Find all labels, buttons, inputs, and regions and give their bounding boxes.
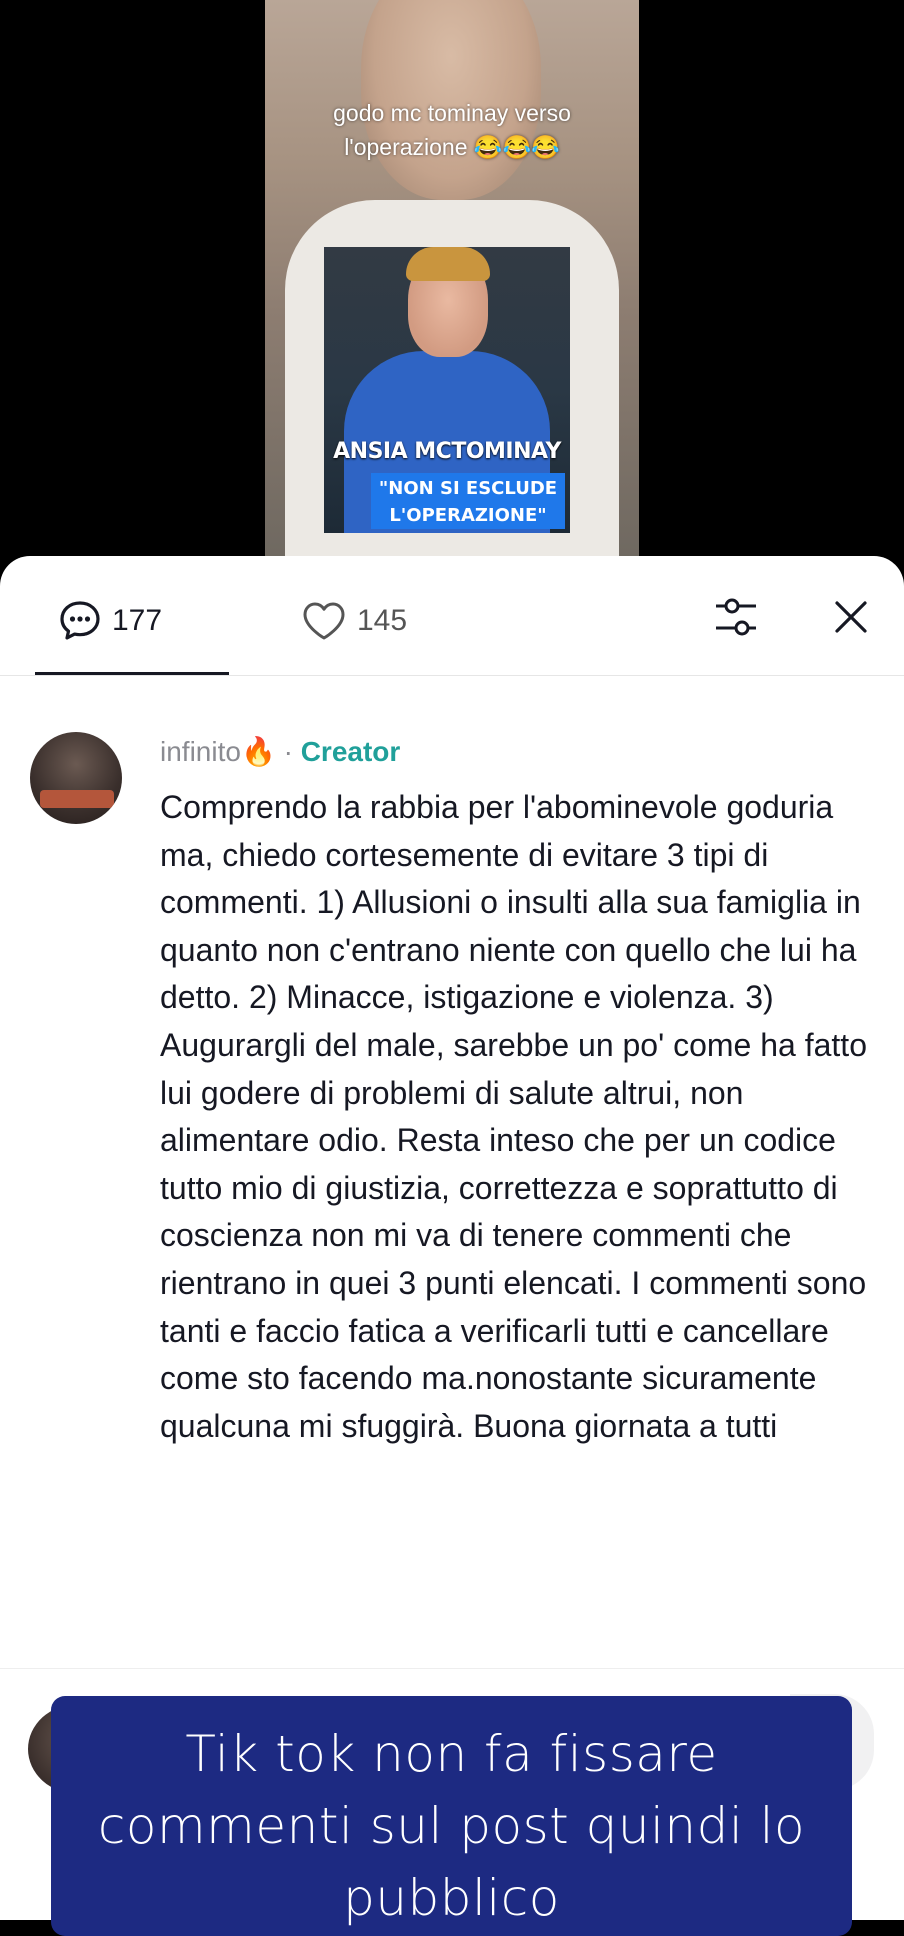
video-caption-line2: l'operazione 😂😂😂 — [344, 134, 560, 160]
heart-outline-icon — [303, 602, 345, 640]
overlay-caption-line1: Tik tok non fa fissare — [185, 1725, 718, 1783]
video-caption: godo mc tominay verso l'operazione 😂😂😂 — [265, 96, 639, 164]
news-title: ANSIA MCTOMINAY — [333, 439, 561, 464]
video-player[interactable]: godo mc tominay verso l'operazione 😂😂😂 A… — [0, 0, 904, 565]
comment-divider — [0, 1668, 904, 1669]
filter-button[interactable] — [712, 592, 760, 642]
tabs-divider — [0, 675, 904, 676]
news-card-image: ANSIA MCTOMINAY "NON SI ESCLUDE L'OPERAZ… — [324, 247, 570, 533]
comments-count: 177 — [112, 604, 163, 637]
comments-tabbar: 177 145 — [0, 556, 904, 676]
comment-header: infinito🔥 · Creator — [160, 732, 400, 772]
sliders-icon — [716, 598, 756, 636]
overlay-caption-box: Tik tok non fa fissare commenti sul post… — [51, 1696, 852, 1936]
player-hair — [406, 247, 490, 281]
tab-likes[interactable]: 145 — [301, 596, 407, 646]
avatar[interactable] — [30, 732, 122, 824]
close-icon — [835, 601, 867, 633]
comment-username[interactable]: infinito🔥 — [160, 736, 276, 767]
likes-count: 145 — [357, 604, 408, 637]
overlay-caption-line2: commenti sul post quindi lo — [97, 1797, 806, 1855]
tab-comments[interactable]: 177 — [58, 596, 162, 646]
comment-bubble-icon — [60, 601, 100, 640]
overlay-caption-line3: pubblico — [343, 1869, 560, 1927]
news-badge-line2: L'OPERAZIONE" — [389, 505, 547, 526]
close-button[interactable] — [827, 592, 875, 642]
creator-badge: Creator — [300, 736, 401, 767]
news-badge-line1: "NON SI ESCLUDE — [378, 478, 558, 499]
video-frame: godo mc tominay verso l'operazione 😂😂😂 A… — [265, 0, 639, 565]
video-caption-line1: godo mc tominay verso — [333, 100, 571, 126]
overlay-caption: Tik tok non fa fissare commenti sul post… — [51, 1718, 852, 1934]
comment-text: Comprendo la rabbia per l'abominevole go… — [160, 789, 867, 1444]
news-badge: "NON SI ESCLUDE L'OPERAZIONE" — [371, 473, 565, 529]
comment-separator: · — [275, 736, 301, 767]
